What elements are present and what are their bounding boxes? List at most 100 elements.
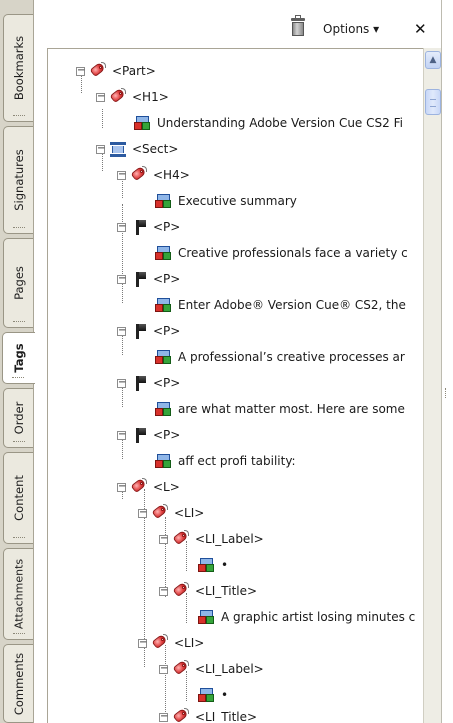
tree-node-p[interactable]: − <P> [117,320,180,342]
tree-node-li-title[interactable]: − <LI_Title> [159,580,257,602]
section-tag-icon [109,140,127,158]
tree-node-l[interactable]: − <L> [117,476,180,498]
tree-node-content[interactable]: • [198,684,228,706]
tab-pages[interactable]: Pages [3,238,33,328]
tree-node-li[interactable]: − <LI> [138,502,204,524]
tree-node-label: <P> [153,220,181,234]
tab-comments[interactable]: Comments [3,644,33,723]
tag-icon [172,707,190,723]
collapse-toggle[interactable]: − [76,65,85,76]
tree-node-content[interactable]: Creative professionals face a variety c [155,242,408,264]
collapse-toggle[interactable]: − [138,637,147,648]
tree-node-content[interactable]: Understanding Adobe Version Cue CS2 Fi [134,112,403,134]
paragraph-tag-icon [130,270,148,288]
content-item-icon [198,686,216,704]
tree-node-label: <LI> [174,636,205,650]
tree-node-label: <LI_Label> [195,662,264,676]
collapse-toggle[interactable]: − [117,221,126,232]
tree-node-content[interactable]: aff ect profi tability: [155,450,296,472]
tree-node-p[interactable]: − <P> [117,372,180,394]
tree-node-label: <LI_Title> [195,710,258,723]
collapse-toggle[interactable]: − [96,143,105,154]
collapse-toggle[interactable]: − [117,481,126,492]
tab-content-label: Content [11,475,26,521]
tag-icon [172,529,190,548]
tree-node-label: <P> [153,324,181,338]
tree-node-content[interactable]: are what matter most. Here are some [155,398,405,420]
options-menu-button[interactable]: Options ▾ [323,22,379,36]
tree-node-content[interactable]: Executive summary [155,190,297,212]
collapse-toggle[interactable]: − [117,325,126,336]
tree-node-p[interactable]: − <P> [117,268,180,290]
tag-icon [130,477,148,496]
tab-comments-label: Comments [11,652,26,715]
tree-node-label: • [221,558,229,572]
tag-tree: − <Part> − <H1> Understanding Adobe Vers… [47,48,428,723]
tab-pages-label: Pages [11,266,26,300]
tab-order[interactable]: Order [3,388,33,448]
collapse-toggle[interactable]: − [138,507,147,518]
collapse-toggle[interactable]: − [159,663,168,674]
tab-attachments[interactable]: Attachments [3,548,33,640]
tree-node-li-label[interactable]: − <LI_Label> [159,528,264,550]
tree-node-part[interactable]: − <Part> [76,60,156,82]
tag-icon [130,165,148,184]
tree-node-label: A graphic artist losing minutes c [221,610,416,624]
tree-node-p[interactable]: − <P> [117,216,180,238]
collapse-toggle[interactable]: − [117,273,126,284]
tree-node-label: <LI_Label> [195,532,264,546]
tree-node-p[interactable]: − <P> [117,424,180,446]
tree-node-li-label[interactable]: − <LI_Label> [159,658,264,680]
tree-node-content[interactable]: A professional’s creative processes ar [155,346,405,368]
content-item-icon [198,556,216,574]
tree-node-sect[interactable]: − <Sect> [96,138,178,160]
tree-node-label: Creative professionals face a variety c [178,246,408,260]
paragraph-tag-icon [130,322,148,340]
tree-node-label: Executive summary [178,194,297,208]
tree-node-content[interactable]: Enter Adobe® Version Cue® CS2, the [155,294,406,316]
tree-node-label: A professional’s creative processes ar [178,350,405,364]
tree-vertical-scrollbar[interactable]: ▲ [423,48,441,723]
tree-node-li-title[interactable]: − <LI_Title> [159,706,257,723]
tree-node-label: • [221,688,229,702]
tab-bookmarks-label: Bookmarks [11,35,26,101]
tag-icon [151,503,169,522]
tab-signatures[interactable]: Signatures [3,126,33,234]
collapse-toggle[interactable]: − [117,377,126,388]
tree-node-h1[interactable]: − <H1> [96,86,169,108]
tree-node-content[interactable]: A graphic artist losing minutes c [198,606,415,628]
panel-splitter[interactable] [441,0,453,723]
tab-order-label: Order [11,401,26,435]
scroll-thumb[interactable] [425,89,441,115]
collapse-toggle[interactable]: − [159,533,168,544]
tab-content[interactable]: Content [3,452,33,544]
collapse-toggle[interactable]: − [159,585,168,596]
splitter-grip [445,388,448,398]
tree-node-li[interactable]: − <LI> [138,632,204,654]
collapse-toggle[interactable]: − [159,711,168,722]
panel-tab-strip: Bookmarks Signatures Pages Tags Order Co… [0,0,35,723]
tree-node-label: aff ect profi tability: [178,454,296,468]
tab-attachments-label: Attachments [12,558,25,630]
tag-icon [151,633,169,652]
content-item-icon [155,296,173,314]
collapse-toggle[interactable]: − [117,429,126,440]
close-icon[interactable]: ✕ [414,20,427,38]
tree-node-label: <H4> [153,168,190,182]
tab-tags[interactable]: Tags [2,332,35,384]
tree-node-label: <LI> [174,506,205,520]
tab-signatures-label: Signatures [11,149,26,211]
tree-node-label: <H1> [132,90,169,104]
collapse-toggle[interactable]: − [117,169,126,180]
tree-node-label: <L> [153,480,180,494]
scroll-up-arrow-icon[interactable]: ▲ [425,51,441,69]
content-item-icon [155,400,173,418]
tree-node-content[interactable]: • [198,554,228,576]
tab-bookmarks[interactable]: Bookmarks [3,14,33,122]
tree-node-h4[interactable]: − <H4> [117,164,190,186]
content-item-icon [134,114,152,132]
collapse-toggle[interactable]: − [96,91,105,102]
tree-node-label: Enter Adobe® Version Cue® CS2, the [178,298,406,312]
tree-node-label: are what matter most. Here are some [178,402,405,416]
trash-icon[interactable] [291,15,305,36]
